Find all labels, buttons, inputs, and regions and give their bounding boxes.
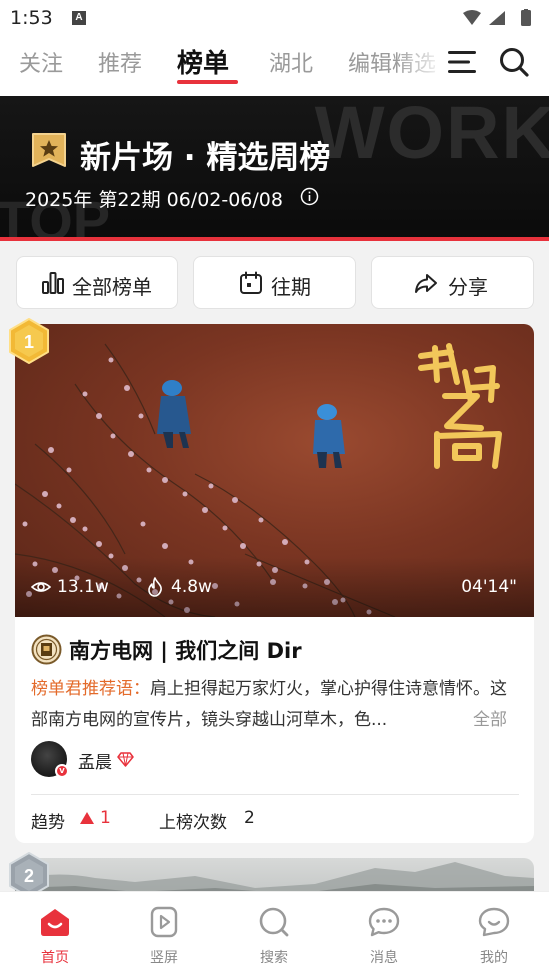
eye-icon [31,582,51,592]
verified-badge-icon: V [55,764,69,778]
profile-icon [478,907,510,937]
nav-profile[interactable]: 我的 [454,892,534,977]
video-title[interactable]: 南方电网 | 我们之间 Dir [69,635,302,665]
nav-messages-label: 消息 [370,950,398,966]
ranking-banner: WORK TOP 新片场 · 精选周榜 2025年 第22期 06/02-06/… [0,96,549,241]
flame-icon [148,577,162,597]
nav-search[interactable]: 搜索 [234,892,314,977]
tab-rankings[interactable]: 榜单 [177,43,229,80]
top-tab-bar: 关注 推荐 榜单 湖北 编辑精选 [0,36,549,96]
nav-search-label: 搜索 [260,950,288,966]
recommendation-text: 榜单君推荐语：肩上担得起万家灯火，掌心护得住诗意情怀。这部南方电网的宣传片，镜头… [31,674,521,736]
vertical-video-icon [150,906,178,938]
tab-fade [395,36,445,96]
rank-number-2: 2 [24,866,34,886]
status-bar: 1:53 A [0,0,549,36]
rank-number: 1 [24,332,34,352]
notification-a-icon: A [72,11,86,25]
diamond-icon [117,752,134,767]
card-divider [31,794,519,795]
active-tab-indicator [177,80,238,84]
banner-watermark-work: WORK [314,96,549,174]
trend-label: 趋势 [31,813,65,833]
ranked-times-value: 2 [244,808,255,828]
calendar-icon [240,271,262,294]
search-nav-icon [259,907,289,937]
trend-up-icon [80,812,94,824]
nav-home-label: 首页 [41,950,69,966]
ranked-times-label: 上榜次数 [159,813,227,833]
banner-issue-date: 2025年 第22期 06/02-06/08 [25,189,283,211]
share-icon [415,274,437,293]
message-icon [368,907,400,937]
info-icon[interactable] [300,187,319,206]
view-count: 13.1w [57,577,109,597]
home-icon [41,909,69,936]
tab-recommend[interactable]: 推荐 [98,46,142,78]
tab-follow[interactable]: 关注 [19,46,63,78]
bottom-navigation: 首页 竖屏 搜索 消息 我的 [0,891,549,977]
search-icon[interactable] [498,46,530,78]
nav-messages[interactable]: 消息 [344,892,424,977]
bar-chart-icon [42,272,64,294]
past-issues-button[interactable]: 往期 [193,256,356,309]
publisher-badge-icon [31,634,62,665]
author-name[interactable]: 孟晨 [78,748,112,773]
nav-home[interactable]: 首页 [15,892,95,977]
recommendation-label: 榜单君推荐语： [31,679,150,699]
nav-vertical-label: 竖屏 [150,950,178,966]
hot-count: 4.8w [171,577,212,597]
video-duration: 04'14" [461,577,517,597]
rank-badge-gold: 1 [9,318,49,364]
share-button[interactable]: 分享 [371,256,534,309]
expand-all-link[interactable]: 全部 [469,705,507,730]
menu-icon[interactable] [447,49,477,75]
bookmark-star-icon [32,133,66,167]
banner-title: 新片场 · 精选周榜 [80,140,331,176]
all-rankings-button[interactable]: 全部榜单 [16,256,178,309]
share-label: 分享 [448,275,488,299]
nav-vertical[interactable]: 竖屏 [124,892,204,977]
all-rankings-label: 全部榜单 [72,275,152,299]
past-issues-label: 往期 [271,275,311,299]
video-thumbnail[interactable]: 13.1w 4.8w 04'14" [15,324,534,617]
tab-hubei[interactable]: 湖北 [269,46,313,78]
trend-value: 1 [100,808,111,828]
system-status-icons [463,9,531,26]
rank-badge-silver: 2 [9,852,49,895]
status-time: 1:53 [10,7,53,29]
nav-profile-label: 我的 [480,950,508,966]
ranking-card[interactable]: 13.1w 4.8w 04'14" 南方电网 | 我们之间 Dir 榜单君推荐语… [15,324,534,843]
film-title-calligraphy [418,343,502,469]
banner-accent-line [0,237,549,241]
